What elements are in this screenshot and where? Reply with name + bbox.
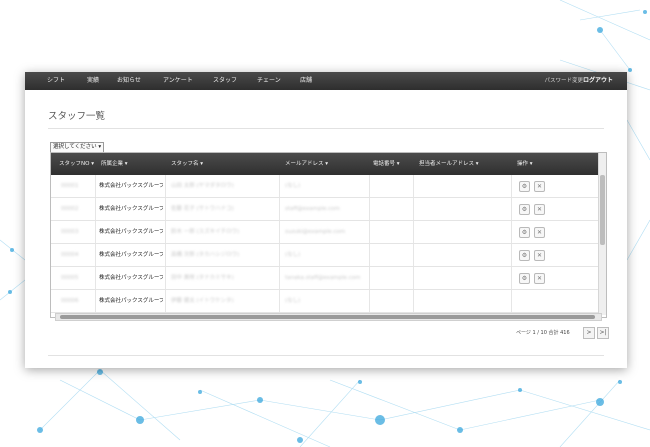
table-body: 00001 株式会社パックスグループ 山田 太郎 (ヤマダタロウ) (なし) ⚙… bbox=[51, 175, 599, 315]
nav-chain[interactable]: チェーン bbox=[257, 72, 281, 90]
last-page-button[interactable]: >| bbox=[597, 327, 609, 339]
cell-company: 株式会社パックスグループ bbox=[99, 298, 163, 304]
cell-company: 株式会社パックスグループ bbox=[99, 229, 163, 235]
table-header: スタッフNO ▾ 所属企業 ▾ スタッフ名 ▾ メールアドレス ▾ 電話番号 ▾… bbox=[51, 153, 599, 175]
cell-company: 株式会社パックスグループ bbox=[99, 183, 163, 189]
cell-email: (なし) bbox=[285, 298, 301, 304]
page-title: スタッフ一覧 bbox=[48, 111, 106, 122]
cell-company: 株式会社パックスグループ bbox=[99, 206, 163, 212]
gear-icon[interactable]: ⚙ bbox=[519, 250, 530, 261]
chevron-down-icon: ▾ bbox=[98, 144, 102, 150]
cell-email: (なし) bbox=[285, 183, 301, 189]
col-header-phone[interactable]: 電話番号 ▾ bbox=[373, 153, 400, 175]
cell-email: tanaka.staff@example.com bbox=[285, 275, 361, 281]
app-window: シフト 実績 お知らせ アンケート スタッフ チェーン 店舗 パスワード変更 ロ… bbox=[25, 72, 627, 368]
nav-news[interactable]: お知らせ bbox=[117, 72, 141, 90]
password-change-link[interactable]: パスワード変更 bbox=[544, 72, 583, 90]
nav-staff[interactable]: スタッフ bbox=[213, 72, 237, 90]
col-header-actions[interactable]: 操作 ▾ bbox=[517, 153, 533, 175]
vertical-scroll-thumb[interactable] bbox=[600, 175, 605, 245]
cell-staff-name: 田中 美咲 (タナカミサキ) bbox=[171, 275, 234, 281]
top-navbar: シフト 実績 お知らせ アンケート スタッフ チェーン 店舗 パスワード変更 ロ… bbox=[25, 72, 627, 90]
table-row[interactable]: 00003 株式会社パックスグループ 鈴木 一郎 (スズキイチロウ) suzuk… bbox=[51, 221, 599, 244]
close-icon[interactable]: ✕ bbox=[534, 227, 545, 238]
cell-email: (なし) bbox=[285, 252, 301, 258]
close-icon[interactable]: ✕ bbox=[534, 250, 545, 261]
bottom-divider bbox=[48, 355, 604, 356]
cell-staff-no: 00004 bbox=[61, 252, 79, 258]
gear-icon[interactable]: ⚙ bbox=[519, 227, 530, 238]
col-header-email[interactable]: メールアドレス ▾ bbox=[285, 153, 328, 175]
pager-status: ページ 1 / 10 合計 416 bbox=[516, 330, 570, 336]
col-header-manager-email[interactable]: 担当者メールアドレス ▾ bbox=[419, 153, 479, 175]
col-header-company[interactable]: 所属企業 ▾ bbox=[101, 153, 128, 175]
cell-staff-name: 佐藤 花子 (サトウハナコ) bbox=[171, 206, 234, 212]
table-row[interactable]: 00005 株式会社パックスグループ 田中 美咲 (タナカミサキ) tanaka… bbox=[51, 267, 599, 290]
horizontal-scroll-thumb[interactable] bbox=[60, 315, 595, 319]
vertical-scrollbar[interactable] bbox=[598, 153, 606, 315]
nav-results[interactable]: 実績 bbox=[87, 72, 99, 90]
next-page-button[interactable]: > bbox=[583, 327, 595, 339]
cell-staff-name: 山田 太郎 (ヤマダタロウ) bbox=[171, 183, 234, 189]
cell-staff-name: 高橋 次郎 (タカハシジロウ) bbox=[171, 252, 240, 258]
gear-icon[interactable]: ⚙ bbox=[519, 181, 530, 192]
cell-company: 株式会社パックスグループ bbox=[99, 252, 163, 258]
table-row[interactable]: 00001 株式会社パックスグループ 山田 太郎 (ヤマダタロウ) (なし) ⚙… bbox=[51, 175, 599, 198]
filter-select-value: 選択してください bbox=[53, 144, 97, 150]
cell-staff-no: 00002 bbox=[61, 206, 79, 212]
nav-store[interactable]: 店舗 bbox=[300, 72, 312, 90]
cell-staff-no: 00001 bbox=[61, 183, 79, 189]
close-icon[interactable]: ✕ bbox=[534, 204, 545, 215]
cell-staff-no: 00006 bbox=[61, 298, 79, 304]
cell-company: 株式会社パックスグループ bbox=[99, 275, 163, 281]
nav-shift[interactable]: シフト bbox=[47, 72, 65, 90]
nav-survey[interactable]: アンケート bbox=[163, 72, 193, 90]
horizontal-scrollbar[interactable] bbox=[55, 313, 602, 321]
logout-link[interactable]: ログアウト bbox=[583, 72, 613, 90]
cell-email: staff@example.com bbox=[285, 206, 340, 212]
gear-icon[interactable]: ⚙ bbox=[519, 273, 530, 284]
col-header-staff-no[interactable]: スタッフNO ▾ bbox=[59, 153, 94, 175]
close-icon[interactable]: ✕ bbox=[534, 181, 545, 192]
table-row[interactable]: 00002 株式会社パックスグループ 佐藤 花子 (サトウハナコ) staff@… bbox=[51, 198, 599, 221]
cell-staff-no: 00005 bbox=[61, 275, 79, 281]
gear-icon[interactable]: ⚙ bbox=[519, 204, 530, 215]
staff-table: スタッフNO ▾ 所属企業 ▾ スタッフ名 ▾ メールアドレス ▾ 電話番号 ▾… bbox=[50, 152, 607, 318]
cell-email: suzuki@example.com bbox=[285, 229, 346, 235]
cell-staff-no: 00003 bbox=[61, 229, 79, 235]
close-icon[interactable]: ✕ bbox=[534, 273, 545, 284]
table-row[interactable]: 00006 株式会社パックスグループ 伊藤 健太 (イトウケンタ) (なし) bbox=[51, 290, 599, 313]
col-header-staff-name[interactable]: スタッフ名 ▾ bbox=[171, 153, 203, 175]
cell-staff-name: 伊藤 健太 (イトウケンタ) bbox=[171, 298, 234, 304]
table-row[interactable]: 00004 株式会社パックスグループ 高橋 次郎 (タカハシジロウ) (なし) … bbox=[51, 244, 599, 267]
cell-staff-name: 鈴木 一郎 (スズキイチロウ) bbox=[171, 229, 240, 235]
title-divider bbox=[48, 128, 604, 129]
